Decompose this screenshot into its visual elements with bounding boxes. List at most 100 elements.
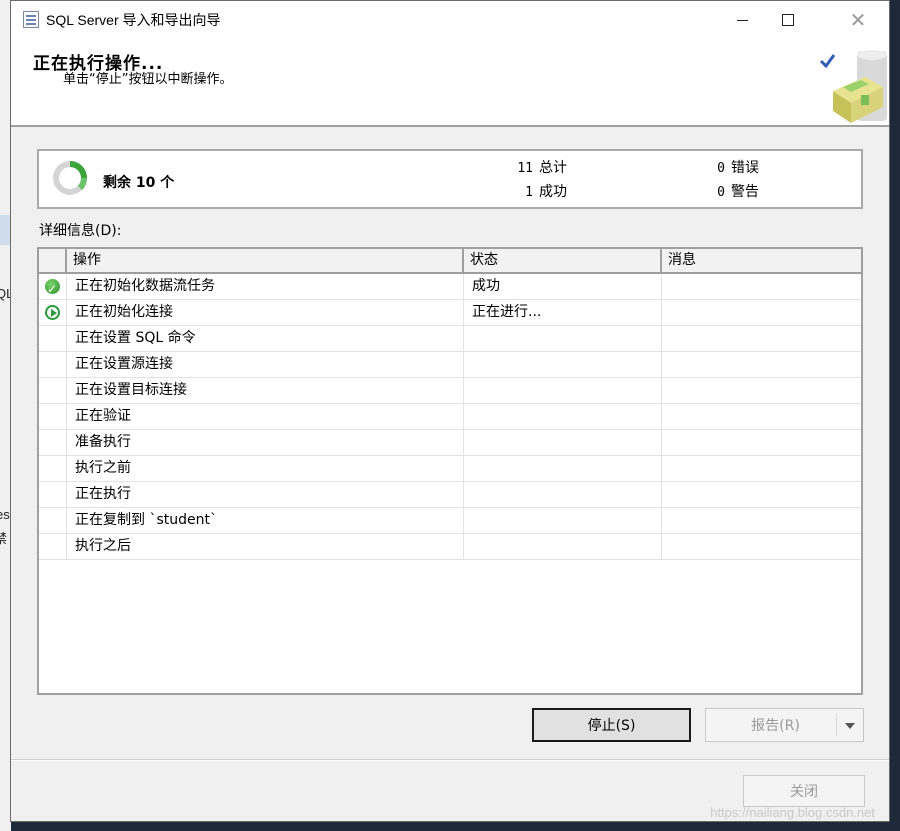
total-stat: 11 总计 <box>509 157 567 177</box>
warning-stat: 0 警告 <box>701 181 759 201</box>
spinner-icon <box>53 161 87 195</box>
row-action: 正在设置目标连接 <box>67 378 464 403</box>
grid-header: 操作 状态 消息 <box>39 249 861 274</box>
row-icon-cell <box>39 534 67 559</box>
row-action: 正在执行 <box>67 482 464 507</box>
row-action: 准备执行 <box>67 430 464 455</box>
row-action: 正在验证 <box>67 404 464 429</box>
row-status <box>464 378 662 403</box>
watermark: https://nailiang.blog.csdn.net <box>710 805 875 820</box>
row-message <box>662 534 861 559</box>
table-row[interactable]: 正在设置源连接 <box>39 352 861 378</box>
row-message <box>662 352 861 377</box>
row-icon-cell <box>39 274 67 299</box>
close-button[interactable]: 关闭 <box>743 775 865 807</box>
wizard-header: 正在执行操作... 单击“停止”按钮以中断操作。 <box>11 39 889 127</box>
row-status <box>464 352 662 377</box>
row-icon-cell <box>39 430 67 455</box>
row-icon-cell <box>39 404 67 429</box>
column-header-message[interactable]: 消息 <box>662 249 861 272</box>
success-count: 1 <box>525 185 533 200</box>
table-row[interactable]: 正在执行 <box>39 482 861 508</box>
remaining-count: 剩余 10 个 <box>103 175 175 191</box>
minimize-icon <box>736 19 748 21</box>
column-header-action[interactable]: 操作 <box>67 249 464 272</box>
error-stat: 0 错误 <box>701 157 759 177</box>
page-subtitle: 单击“停止”按钮以中断操作。 <box>63 72 233 87</box>
row-message <box>662 326 861 351</box>
row-status: 成功 <box>464 274 662 299</box>
success-stat: 1 成功 <box>509 181 567 201</box>
error-label: 错误 <box>731 160 759 176</box>
dropdown-arrow-icon[interactable] <box>845 723 855 729</box>
table-row[interactable]: 执行之后 <box>39 534 861 560</box>
warning-count: 0 <box>717 185 725 200</box>
table-row[interactable]: 执行之前 <box>39 456 861 482</box>
row-action: 正在设置 SQL 命令 <box>67 326 464 351</box>
maximize-button[interactable] <box>765 1 811 39</box>
column-header-status[interactable]: 状态 <box>464 249 662 272</box>
close-window-button[interactable]: ✕ <box>835 1 881 39</box>
wizard-check-icon <box>819 50 887 123</box>
row-icon-cell <box>39 482 67 507</box>
background-text-fragment: 禁 <box>0 531 8 546</box>
row-action: 执行之后 <box>67 534 464 559</box>
row-icon-cell <box>39 378 67 403</box>
success-icon <box>45 277 60 299</box>
minimize-button[interactable] <box>719 1 765 39</box>
table-row[interactable]: 正在设置 SQL 命令 <box>39 326 861 352</box>
row-action: 正在复制到 `student` <box>67 508 464 533</box>
details-label: 详细信息(D): <box>39 223 122 239</box>
report-separator <box>836 714 837 736</box>
row-action: 正在初始化连接 <box>67 300 464 325</box>
maximize-icon <box>782 14 794 26</box>
row-message <box>662 404 861 429</box>
warning-label: 警告 <box>731 184 759 200</box>
row-status <box>464 404 662 429</box>
row-icon-cell <box>39 456 67 481</box>
background-text-fragment: es <box>0 507 10 522</box>
row-message <box>662 378 861 403</box>
row-status <box>464 326 662 351</box>
row-status <box>464 508 662 533</box>
wizard-window: SQL Server 导入和导出向导 ✕ 正在执行操作... 单击“停止”按钮以… <box>10 0 890 822</box>
table-row[interactable]: 正在复制到 `student` <box>39 508 861 534</box>
row-message <box>662 300 861 325</box>
row-message <box>662 274 861 299</box>
table-row[interactable]: 正在设置目标连接 <box>39 378 861 404</box>
progress-summary: 剩余 10 个 11 总计 1 成功 0 错误 0 警告 <box>37 149 863 209</box>
row-icon-cell <box>39 508 67 533</box>
row-icon-cell <box>39 326 67 351</box>
row-status <box>464 430 662 455</box>
table-row[interactable]: 正在验证 <box>39 404 861 430</box>
stop-button[interactable]: 停止(S) <box>532 708 691 742</box>
total-count: 11 <box>517 161 533 176</box>
row-message <box>662 482 861 507</box>
row-status <box>464 534 662 559</box>
row-status <box>464 482 662 507</box>
row-message <box>662 508 861 533</box>
total-label: 总计 <box>539 160 567 176</box>
row-icon-cell <box>39 300 67 325</box>
row-message <box>662 430 861 455</box>
table-row[interactable]: 正在初始化连接 正在进行... <box>39 300 861 326</box>
row-action: 正在设置源连接 <box>67 352 464 377</box>
row-message <box>662 456 861 481</box>
row-status: 正在进行... <box>464 300 662 325</box>
report-button[interactable]: 报告(R) <box>705 708 864 742</box>
details-grid[interactable]: 操作 状态 消息 正在初始化数据流任务成功正在初始化连接正在进行...正在设置 … <box>37 247 863 695</box>
header-icon-cell <box>39 249 67 272</box>
table-row[interactable]: 正在初始化数据流任务成功 <box>39 274 861 300</box>
title-bar[interactable]: SQL Server 导入和导出向导 ✕ <box>11 1 889 39</box>
row-status <box>464 456 662 481</box>
app-icon <box>23 11 39 28</box>
row-icon-cell <box>39 352 67 377</box>
success-label: 成功 <box>539 184 567 200</box>
footer-divider <box>11 759 889 761</box>
table-row[interactable]: 准备执行 <box>39 430 861 456</box>
error-count: 0 <box>717 161 725 176</box>
in-progress-icon <box>45 305 60 320</box>
report-button-label: 报告(R) <box>751 718 800 734</box>
row-action: 正在初始化数据流任务 <box>67 274 464 299</box>
window-title: SQL Server 导入和导出向导 <box>46 12 221 28</box>
